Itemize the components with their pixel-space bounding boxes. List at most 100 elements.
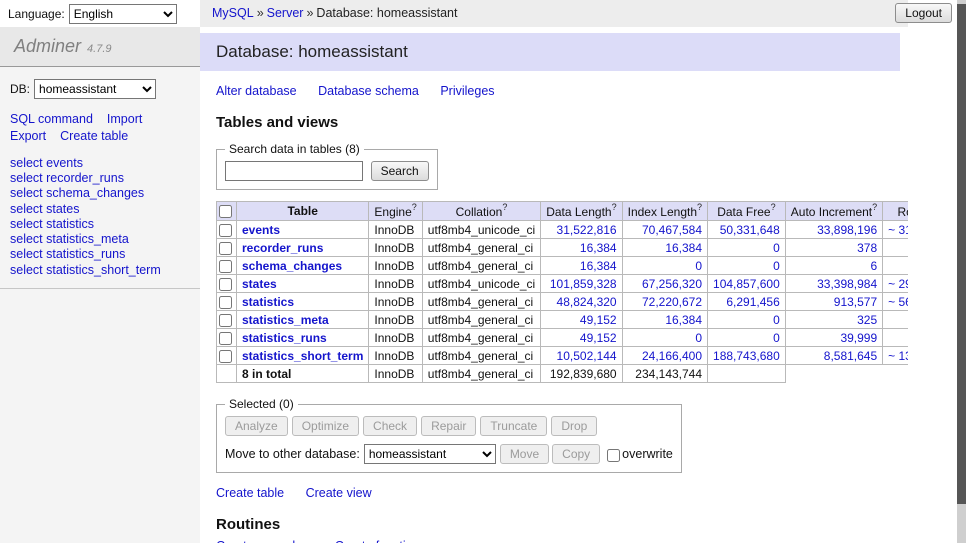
table-link[interactable]: statistics_meta xyxy=(242,313,329,327)
optimize-button[interactable]: Optimize xyxy=(292,416,359,436)
overwrite-label: overwrite xyxy=(622,447,673,461)
overwrite-checkbox[interactable] xyxy=(607,449,620,462)
data-free-cell: 50,331,648 xyxy=(708,221,786,239)
auto-increment-link[interactable]: 6 xyxy=(870,259,877,273)
column-help-link[interactable]: ? xyxy=(412,202,417,212)
import-link[interactable]: Import xyxy=(107,112,142,126)
index-length-link[interactable]: 0 xyxy=(695,331,702,345)
data-length-link[interactable]: 101,859,328 xyxy=(550,277,617,291)
scrollbar-thumb[interactable] xyxy=(957,4,966,504)
table-link[interactable]: recorder_runs xyxy=(242,241,323,255)
data-length-link[interactable]: 16,384 xyxy=(580,241,617,255)
column-help-link[interactable]: ? xyxy=(872,202,877,212)
sidebar-table-link[interactable]: select states xyxy=(10,202,190,217)
data-length-link[interactable]: 10,502,144 xyxy=(557,349,617,363)
data-free-link[interactable]: 0 xyxy=(773,241,780,255)
data-length-link[interactable]: 49,152 xyxy=(580,313,617,327)
select-all-checkbox[interactable] xyxy=(219,205,232,218)
auto-increment-link[interactable]: 39,999 xyxy=(840,331,877,345)
row-select-checkbox[interactable] xyxy=(219,296,232,309)
column-help-link[interactable]: ? xyxy=(612,202,617,212)
truncate-button[interactable]: Truncate xyxy=(480,416,547,436)
row-select-checkbox[interactable] xyxy=(219,242,232,255)
auto-increment-link[interactable]: 33,398,984 xyxy=(817,277,877,291)
index-length-link[interactable]: 72,220,672 xyxy=(642,295,702,309)
data-free-link[interactable]: 188,743,680 xyxy=(713,349,780,363)
row-select-checkbox[interactable] xyxy=(219,260,232,273)
rows-link[interactable]: ~ 136,108 xyxy=(888,349,908,363)
data-free-link[interactable]: 104,857,600 xyxy=(713,277,780,291)
data-length-link[interactable]: 16,384 xyxy=(580,259,617,273)
index-length-link[interactable]: 16,384 xyxy=(665,241,702,255)
auto-increment-link[interactable]: 325 xyxy=(857,313,877,327)
move-button[interactable]: Move xyxy=(500,444,549,464)
auto-increment-link[interactable]: 913,577 xyxy=(834,295,877,309)
rows-link[interactable]: ~ 312,180 xyxy=(888,223,908,237)
table-link[interactable]: states xyxy=(242,277,277,291)
sidebar-create-table-link[interactable]: Create table xyxy=(60,129,128,143)
table-link[interactable]: statistics_short_term xyxy=(242,349,363,363)
sidebar-table-link[interactable]: select schema_changes xyxy=(10,186,190,201)
column-help-link[interactable]: ? xyxy=(771,202,776,212)
row-select-checkbox[interactable] xyxy=(219,332,232,345)
create-table-link[interactable]: Create table xyxy=(216,486,284,500)
alter-database-link[interactable]: Alter database xyxy=(216,84,297,98)
table-link[interactable]: events xyxy=(242,223,280,237)
row-select-checkbox[interactable] xyxy=(219,278,232,291)
repair-button[interactable]: Repair xyxy=(421,416,476,436)
db-select[interactable]: homeassistant xyxy=(34,79,156,99)
sidebar-table-link[interactable]: select statistics_runs xyxy=(10,247,190,262)
sidebar-table-link[interactable]: select statistics xyxy=(10,217,190,232)
column-help-link[interactable]: ? xyxy=(502,202,507,212)
rows-link[interactable]: ~ 569,159 xyxy=(888,295,908,309)
column-help-link[interactable]: ? xyxy=(697,202,702,212)
export-link[interactable]: Export xyxy=(10,129,46,143)
sql-command-link[interactable]: SQL command xyxy=(10,112,93,126)
row-select-checkbox[interactable] xyxy=(219,350,232,363)
create-view-link[interactable]: Create view xyxy=(306,486,372,500)
table-link[interactable]: statistics xyxy=(242,295,294,309)
auto-increment-link[interactable]: 8,581,645 xyxy=(824,349,877,363)
overwrite-option[interactable]: overwrite xyxy=(607,447,673,461)
copy-button[interactable]: Copy xyxy=(552,444,600,464)
scrollbar[interactable] xyxy=(957,0,966,543)
database-schema-link[interactable]: Database schema xyxy=(318,84,419,98)
index-length-link[interactable]: 67,256,320 xyxy=(642,277,702,291)
sidebar-table-link[interactable]: select statistics_short_term xyxy=(10,263,190,278)
data-length-link[interactable]: 49,152 xyxy=(580,331,617,345)
breadcrumb-mysql-link[interactable]: MySQL xyxy=(212,6,254,20)
create-function-link[interactable]: Create function xyxy=(335,539,420,543)
data-free-link[interactable]: 0 xyxy=(773,313,780,327)
language-select[interactable]: English xyxy=(69,4,177,24)
index-length-link[interactable]: 24,166,400 xyxy=(642,349,702,363)
auto-increment-link[interactable]: 378 xyxy=(857,241,877,255)
search-input[interactable] xyxy=(225,161,363,181)
table-link[interactable]: schema_changes xyxy=(242,259,342,273)
logout-button[interactable]: Logout xyxy=(895,3,952,23)
table-link[interactable]: statistics_runs xyxy=(242,331,327,345)
data-length-link[interactable]: 31,522,816 xyxy=(557,223,617,237)
data-free-link[interactable]: 6,291,456 xyxy=(726,295,779,309)
index-length-link[interactable]: 16,384 xyxy=(665,313,702,327)
row-select-checkbox[interactable] xyxy=(219,314,232,327)
breadcrumb-server-link[interactable]: Server xyxy=(267,6,304,20)
auto-increment-link[interactable]: 33,898,196 xyxy=(817,223,877,237)
data-free-link[interactable]: 0 xyxy=(773,259,780,273)
drop-button[interactable]: Drop xyxy=(551,416,597,436)
analyze-button[interactable]: Analyze xyxy=(225,416,288,436)
search-button[interactable]: Search xyxy=(371,161,429,181)
rows-link[interactable]: ~ 299,833 xyxy=(888,277,908,291)
index-length-link[interactable]: 70,467,584 xyxy=(642,223,702,237)
check-button[interactable]: Check xyxy=(363,416,417,436)
move-database-select[interactable]: homeassistant xyxy=(364,444,496,464)
data-length-link[interactable]: 48,824,320 xyxy=(557,295,617,309)
sidebar-table-link[interactable]: select recorder_runs xyxy=(10,171,190,186)
data-free-link[interactable]: 50,331,648 xyxy=(720,223,780,237)
sidebar-table-link[interactable]: select events xyxy=(10,156,190,171)
index-length-link[interactable]: 0 xyxy=(695,259,702,273)
privileges-link[interactable]: Privileges xyxy=(440,84,494,98)
row-select-checkbox[interactable] xyxy=(219,224,232,237)
sidebar-table-link[interactable]: select statistics_meta xyxy=(10,232,190,247)
create-procedure-link[interactable]: Create procedure xyxy=(216,539,313,543)
data-free-link[interactable]: 0 xyxy=(773,331,780,345)
